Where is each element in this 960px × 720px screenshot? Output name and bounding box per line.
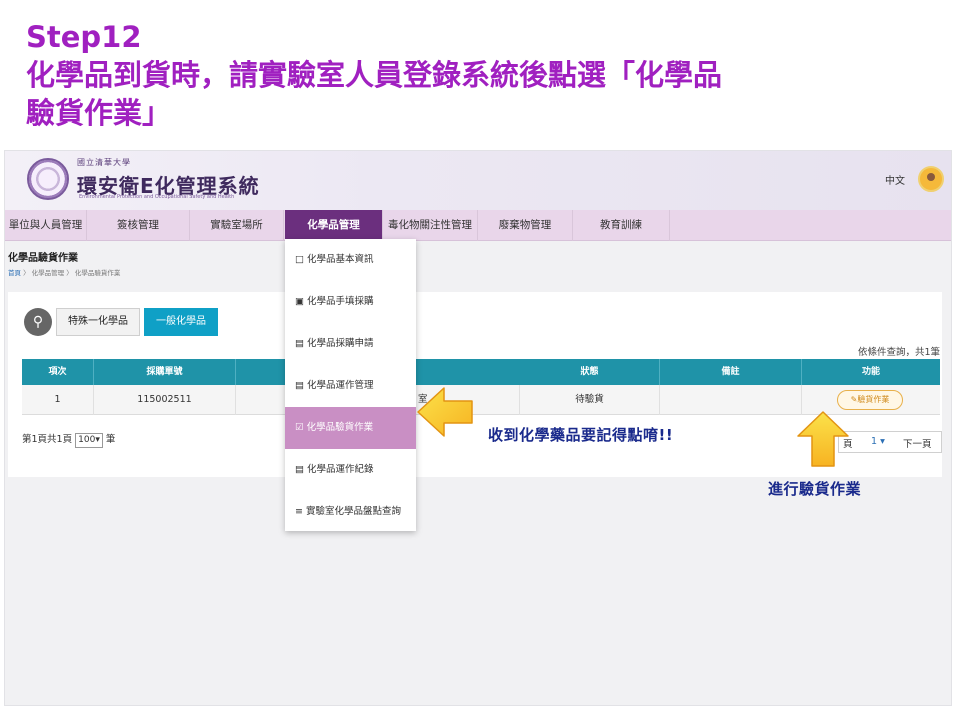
inspection-button[interactable]: ✎驗貨作業 (837, 390, 903, 410)
page-number-select[interactable]: 1 ▾ (871, 436, 885, 447)
user-avatar-icon[interactable] (918, 166, 944, 192)
pager-prefix: 第1頁共1頁 (22, 434, 73, 445)
main-nav: 單位與人員管理 簽核管理 實驗室場所 化學品管理 毒化物關注性管理 廢棄物管理 … (5, 210, 951, 241)
language-switch[interactable]: 中文 (885, 172, 905, 187)
pointer-arrow-icon (417, 387, 473, 437)
pager-summary: 第1頁共1頁 100▾ 筆 (22, 431, 115, 448)
cell-note (660, 385, 802, 415)
chevron-down-icon: ▾ (95, 435, 100, 445)
nav-item-chemicals[interactable]: 化學品管理 (285, 210, 383, 241)
page-title: 化學品驗貨作業 (8, 253, 78, 264)
menu-item-label: 實驗室化學品盤點查詢 (306, 506, 402, 517)
page-number-value: 1 (871, 436, 878, 447)
menu-item-label: 化學品運作管理 (307, 380, 374, 391)
page-size-select[interactable]: 100▾ (75, 433, 103, 448)
menu-lines-icon: ≡ (295, 506, 303, 517)
nav-item-toxic[interactable]: 毒化物關注性管理 (383, 210, 478, 241)
list-icon: ▤ (295, 338, 304, 349)
menu-item-label: 化學品手填採購 (307, 296, 374, 307)
menu-item-operation-records[interactable]: ▤ 化學品運作紀錄 (285, 449, 416, 491)
menu-item-label: 化學品基本資訊 (307, 254, 374, 265)
col-action: 功能 (861, 367, 880, 377)
menu-item-manual-purchase[interactable]: ▣ 化學品手填採購 (285, 281, 416, 323)
menu-item-label: 化學品運作紀錄 (307, 464, 374, 475)
search-icon[interactable]: ⚲ (24, 308, 52, 336)
pager-nav: 頁 1 ▾ 下一頁 (838, 431, 942, 453)
cell-index: 1 (22, 385, 94, 415)
page-size-value: 100 (78, 435, 96, 445)
nav-item-labs[interactable]: 實驗室場所 (190, 210, 284, 241)
menu-item-label: 化學品採購申請 (307, 338, 374, 349)
list-icon: ▤ (295, 464, 304, 475)
chevron-down-icon: ▾ (880, 436, 885, 447)
breadcrumb-current: 化學品驗貨作業 (74, 269, 121, 277)
pointer-arrow-up-icon (797, 411, 849, 467)
breadcrumb-separator-icon: 〉 (23, 269, 32, 277)
app-header: 國立清華大學 環安衛E化管理系統 Environmental Protectio… (5, 151, 951, 210)
nav-item-training[interactable]: 教育訓練 (573, 210, 670, 241)
col-note: 備註 (660, 359, 802, 385)
pager-suffix: 筆 (105, 434, 116, 445)
breadcrumb: 首頁 〉 化學品管理 〉 化學品驗貨作業 (8, 267, 120, 277)
slide: Step12 化學品到貨時，請實驗室人員登錄系統後點選「化學品 驗貨作業」 國立… (0, 0, 960, 720)
breadcrumb-home[interactable]: 首頁 (8, 269, 21, 277)
table-header: 項次 採購單號 狀態 備註 功能 (22, 359, 940, 385)
tab-special-chemicals[interactable]: 特殊一化學品 (56, 308, 140, 336)
cell-order-no: 115002511 (94, 385, 236, 415)
callout-menu-hint: 收到化學藥品要記得點唷!! (488, 426, 674, 444)
system-subtitle: Environmental Protection and Occupationa… (79, 194, 235, 200)
menu-item-basic-info[interactable]: □ 化學品基本資訊 (285, 239, 416, 281)
instruction-line-2: 驗貨作業」 (26, 96, 172, 130)
col-index: 項次 (22, 359, 94, 385)
tab-general-chemicals[interactable]: 一般化學品 (144, 308, 218, 336)
step-label: Step12 (26, 20, 142, 54)
menu-item-label: 化學品驗貨作業 (306, 422, 374, 433)
menu-item-inspection[interactable]: ☑ 化學品驗貨作業 (285, 407, 416, 449)
document-icon: □ (295, 254, 304, 265)
school-name: 國立清華大學 (77, 158, 131, 167)
nav-item-approval[interactable]: 簽核管理 (87, 210, 190, 241)
instruction-line-1: 化學品到貨時，請實驗室人員登錄系統後點選「化學品 (26, 58, 723, 92)
callout-action-hint: 進行驗貨作業 (768, 480, 862, 498)
col-order-no: 採購單號 (94, 359, 236, 385)
breadcrumb-chemicals[interactable]: 化學品管理 (32, 269, 65, 277)
menu-item-purchase-request[interactable]: ▤ 化學品採購申請 (285, 323, 416, 365)
cell-status: 待驗貨 (520, 385, 660, 415)
checkbox-icon: ☑ (295, 422, 304, 433)
menu-item-operation-management[interactable]: ▤ 化學品運作管理 (285, 365, 416, 407)
menu-item-inventory-query[interactable]: ≡ 實驗室化學品盤點查詢 (285, 491, 416, 533)
list-icon: ▤ (295, 380, 304, 391)
step-title: Step12 化學品到貨時，請實驗室人員登錄系統後點選「化學品 驗貨作業」 (26, 18, 722, 132)
nav-item-waste[interactable]: 廢棄物管理 (478, 210, 573, 241)
nav-item-units[interactable]: 單位與人員管理 (5, 210, 87, 241)
query-result-count: 依條件查詢，共1筆 (857, 347, 940, 358)
next-page-button[interactable]: 下一頁 (903, 436, 932, 450)
breadcrumb-separator-icon: 〉 (66, 269, 75, 277)
col-status: 狀態 (520, 359, 660, 385)
institution-icon: ▣ (295, 296, 304, 307)
university-seal-icon (27, 158, 69, 200)
chemicals-dropdown-menu: □ 化學品基本資訊 ▣ 化學品手填採購 ▤ 化學品採購申請 ▤ 化學品運作管理 … (285, 239, 416, 531)
